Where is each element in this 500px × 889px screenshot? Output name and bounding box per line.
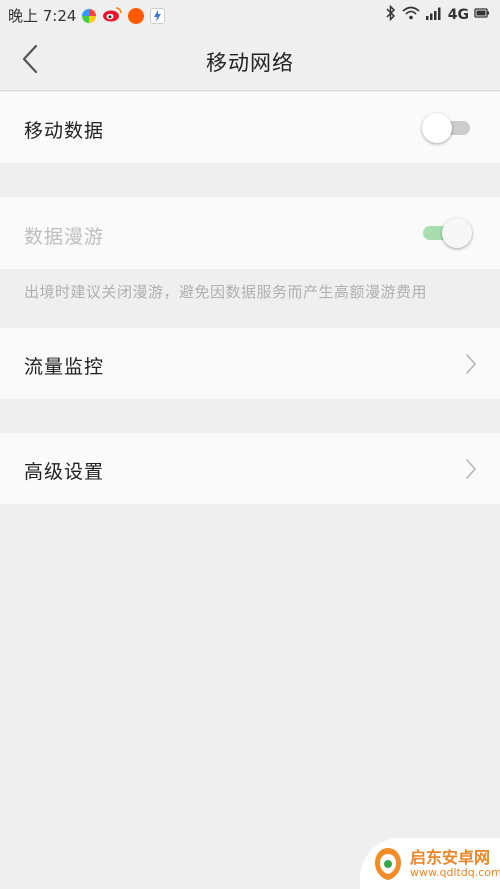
advanced-settings-label: 高级设置 [24,461,105,483]
roaming-hint: 出境时建议关闭漫游，避免因数据服务而产生高额漫游费用 [24,283,428,301]
traffic-monitor-label: 流量监控 [24,356,105,378]
app-icon-3 [128,7,145,24]
mobile-data-toggle[interactable] [422,113,474,143]
mobile-data-label: 移动数据 [24,120,105,142]
data-roaming-label: 数据漫游 [24,226,105,248]
chevron-right-icon [466,459,476,479]
signal-icon [425,6,443,24]
data-roaming-row[interactable]: 数据漫游 [0,197,500,269]
watermark-logo-icon [375,848,401,880]
header: 移动网络 [0,30,500,91]
weibo-icon [102,6,123,26]
network-type: 4G [447,7,469,23]
watermark-name: 启东安卓网 [410,848,491,867]
status-left: 晚上 7:24 [8,5,166,26]
toggle-knob [442,218,472,248]
data-roaming-toggle[interactable] [421,218,473,248]
toggle-knob [422,113,452,143]
mobile-data-row[interactable]: 移动数据 [0,92,500,163]
watermark: 启东安卓网 www.qdltdq.com [360,838,500,889]
page-title: 移动网络 [206,51,294,75]
mobile-network-settings-page: 晚上 7:24 4G 移动网络 移动数据 数据漫游 出境时建议关闭漫游，避免因数… [0,0,500,889]
chevron-right-icon [466,354,476,374]
wifi-icon [402,6,420,24]
battery-icon [474,6,490,24]
status-right: 4G [385,4,490,25]
app-icon-4 [150,7,166,24]
advanced-settings-row[interactable]: 高级设置 [0,433,500,504]
app-icon-1 [82,8,97,23]
status-time: 晚上 7:24 [8,7,77,25]
bluetooth-icon [385,4,397,25]
watermark-url: www.qdltdq.com [410,866,500,879]
status-bar: 晚上 7:24 4G [0,0,500,30]
traffic-monitor-row[interactable]: 流量监控 [0,328,500,399]
